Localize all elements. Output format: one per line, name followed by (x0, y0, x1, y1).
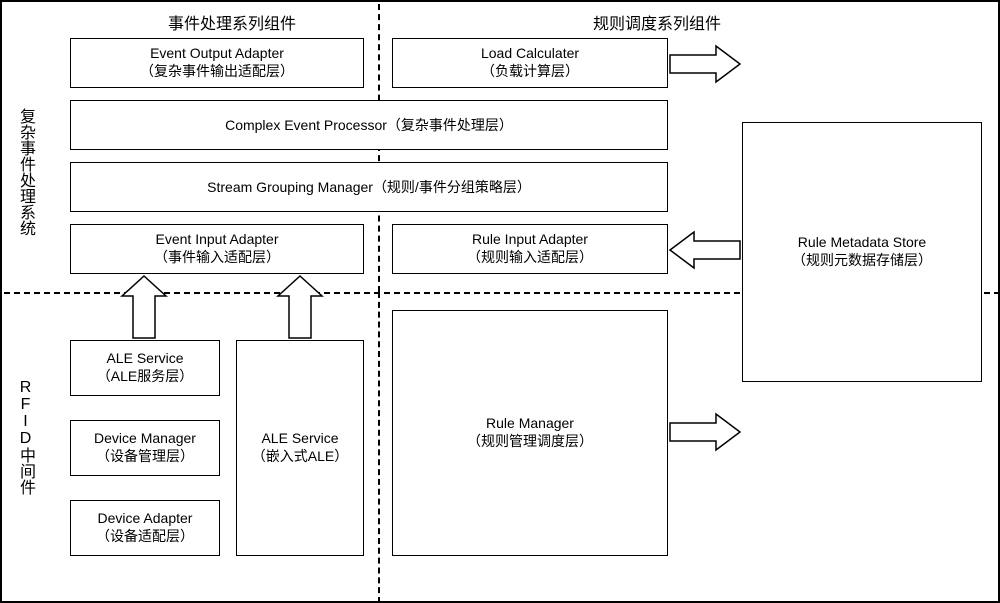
box-zh: （复杂事件处理层） (387, 115, 513, 135)
vlabel-system: 复杂事件处理系统 (10, 62, 40, 282)
box-zh: （设备管理层） (96, 446, 194, 466)
box-zh: （规则/事件分组策略层） (373, 177, 531, 197)
box-zh: （设备适配层） (96, 526, 194, 546)
arrow-up-left (122, 276, 166, 338)
box-zh: （规则输入适配层） (467, 247, 593, 267)
box-en: Load Calculater (481, 45, 579, 61)
box-rule-input-adapter: Rule Input Adapter （规则输入适配层） (392, 224, 668, 274)
box-rule-metadata-store: Rule Metadata Store （规则元数据存储层） (742, 122, 982, 382)
box-complex-event-processor: Complex Event Processor （复杂事件处理层） (70, 100, 668, 150)
box-zh: （ALE服务层） (97, 366, 193, 386)
box-en: Device Adapter (98, 510, 193, 526)
box-zh: （负载计算层） (481, 61, 579, 81)
box-event-input-adapter: Event Input Adapter （事件输入适配层） (70, 224, 364, 274)
box-zh: （嵌入式ALE） (252, 446, 348, 466)
box-zh: （规则元数据存储层） (792, 250, 932, 270)
box-en: Rule Manager (486, 415, 574, 431)
box-en: Complex Event Processor (225, 117, 387, 133)
box-en: Stream Grouping Manager (207, 179, 373, 195)
box-rule-manager: Rule Manager （规则管理调度层） (392, 310, 668, 556)
arrow-right-bottom (670, 414, 740, 450)
box-ale-service: ALE Service （ALE服务层） (70, 340, 220, 396)
box-event-output-adapter: Event Output Adapter （复杂事件输出适配层） (70, 38, 364, 88)
box-device-adapter: Device Adapter （设备适配层） (70, 500, 220, 556)
box-stream-grouping-manager: Stream Grouping Manager （规则/事件分组策略层） (70, 162, 668, 212)
arrow-up-right (278, 276, 322, 338)
dashed-line-vertical-bottom (378, 292, 380, 603)
diagram-canvas: 事件处理系列组件 规则调度系列组件 复杂事件处理系统 RFID中间件 Event… (0, 0, 1000, 603)
box-zh: （规则管理调度层） (467, 431, 593, 451)
box-en: Device Manager (94, 430, 196, 446)
box-en: Event Input Adapter (156, 231, 279, 247)
box-en: ALE Service (106, 350, 183, 366)
box-zh: （复杂事件输出适配层） (140, 61, 294, 81)
arrow-right-top (670, 46, 740, 82)
header-right: 规则调度系列组件 (522, 10, 792, 34)
box-en: Event Output Adapter (150, 45, 284, 61)
box-en: ALE Service (261, 430, 338, 446)
arrow-left-middle (670, 232, 740, 268)
box-en: Rule Metadata Store (798, 234, 926, 250)
box-device-manager: Device Manager （设备管理层） (70, 420, 220, 476)
box-zh: （事件输入适配层） (154, 247, 280, 267)
box-en: Rule Input Adapter (472, 231, 588, 247)
box-ale-service-embedded: ALE Service （嵌入式ALE） (236, 340, 364, 556)
box-load-calculater: Load Calculater （负载计算层） (392, 38, 668, 88)
vlabel-middleware: RFID中间件 (10, 342, 40, 532)
header-left: 事件处理系列组件 (97, 10, 367, 34)
